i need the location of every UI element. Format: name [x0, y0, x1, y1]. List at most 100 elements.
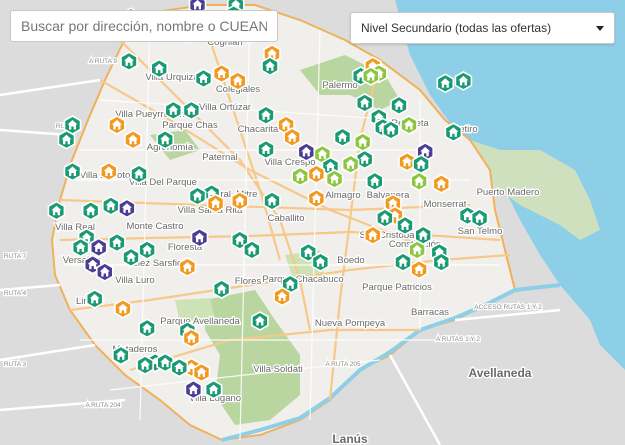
school-marker-privada[interactable]: [363, 225, 382, 246]
neighborhood-label: Parque Patricios: [362, 282, 432, 293]
school-marker-estatal[interactable]: [71, 237, 90, 258]
neighborhood-label: Villa Soldati: [253, 364, 302, 375]
school-marker-privada[interactable]: [124, 129, 142, 150]
neighborhood-label: Villa Luro: [115, 275, 154, 286]
school-marker-estatal[interactable]: [164, 100, 183, 121]
school-marker-estatal[interactable]: [257, 139, 275, 160]
school-marker-privada[interactable]: [273, 286, 291, 307]
school-marker-privada[interactable]: [114, 298, 132, 319]
road-label: RUTA 3: [4, 361, 27, 368]
school-marker-estatal[interactable]: [194, 68, 213, 89]
school-marker-estatal[interactable]: [365, 171, 384, 192]
school-marker-estatal[interactable]: [257, 105, 275, 126]
map-basemap: CoghlanVilla UrquizaColegialesPalermoVil…: [0, 0, 625, 445]
neighborhood-label: Chacarita: [238, 124, 279, 135]
neighborhood-label: Caballito: [268, 213, 305, 224]
neighborhood-label: Parque Chas: [162, 120, 218, 131]
school-marker-estatal[interactable]: [390, 95, 408, 116]
school-marker-privada[interactable]: [307, 164, 326, 184]
school-marker-estatal[interactable]: [432, 252, 451, 273]
neighborhood-label: Flores: [235, 276, 262, 287]
school-marker-privada[interactable]: [432, 173, 451, 194]
school-marker-estatal[interactable]: [394, 252, 412, 273]
school-marker-estatal[interactable]: [376, 208, 394, 229]
school-marker-privada[interactable]: [108, 115, 126, 135]
school-marker-estatal[interactable]: [57, 129, 76, 150]
school-marker-estatal[interactable]: [138, 318, 156, 339]
school-marker-privada[interactable]: [229, 70, 247, 91]
school-marker-estatal[interactable]: [444, 122, 463, 143]
level-filter-select[interactable]: Nivel Secundario (todas las ofertas): [350, 12, 615, 44]
school-marker-tecnica[interactable]: [361, 66, 380, 86]
school-marker-tecnica[interactable]: [400, 115, 418, 135]
school-marker-estatal[interactable]: [204, 379, 223, 400]
school-marker-tecnica[interactable]: [291, 166, 310, 187]
school-marker-privada[interactable]: [192, 362, 211, 383]
school-marker-estatal[interactable]: [261, 56, 279, 77]
school-marker-tecnica[interactable]: [410, 171, 428, 192]
school-marker-estatal[interactable]: [170, 357, 189, 378]
map-canvas[interactable]: CoghlanVilla UrquizaColegialesPalermoVil…: [0, 0, 625, 445]
school-marker-privada[interactable]: [283, 127, 302, 148]
school-marker-otra[interactable]: [96, 262, 114, 282]
school-marker-estatal[interactable]: [412, 154, 430, 175]
school-marker-estatal[interactable]: [150, 58, 168, 79]
school-marker-tecnica[interactable]: [408, 239, 426, 260]
school-marker-estatal[interactable]: [311, 252, 330, 273]
school-marker-privada[interactable]: [100, 161, 118, 182]
road-label: A RUTAS 1 Y 2: [436, 336, 480, 343]
school-marker-otra[interactable]: [118, 198, 136, 219]
road-label: ACCESO RUTAS 1 Y 2: [474, 304, 542, 311]
school-marker-privada[interactable]: [231, 190, 249, 211]
school-marker-estatal[interactable]: [251, 311, 269, 331]
school-marker-estatal[interactable]: [102, 195, 120, 216]
school-marker-estatal[interactable]: [454, 70, 473, 91]
school-marker-estatal[interactable]: [130, 164, 148, 184]
school-marker-estatal[interactable]: [138, 239, 156, 260]
neighborhood-label: Monserrat: [424, 199, 467, 210]
school-marker-privada[interactable]: [182, 328, 201, 349]
school-marker-estatal[interactable]: [333, 127, 352, 148]
school-marker-estatal[interactable]: [122, 247, 140, 268]
school-marker-estatal[interactable]: [156, 129, 174, 150]
level-filter-label: Nivel Secundario (todas las ofertas): [361, 21, 552, 35]
school-marker-privada[interactable]: [212, 63, 231, 84]
school-marker-estatal[interactable]: [436, 73, 455, 94]
school-marker-estatal[interactable]: [355, 92, 374, 113]
search-input[interactable]: [10, 10, 278, 42]
school-marker-otra[interactable]: [297, 141, 316, 162]
school-marker-estatal[interactable]: [470, 208, 489, 229]
school-marker-otra[interactable]: [190, 227, 209, 248]
school-marker-estatal[interactable]: [112, 345, 130, 366]
school-marker-estatal[interactable]: [396, 215, 414, 236]
school-marker-estatal[interactable]: [243, 239, 261, 260]
school-marker-tecnica[interactable]: [353, 132, 372, 153]
road-label: RUTA 4: [4, 290, 27, 297]
neighborhood-label: Boedo: [337, 255, 364, 266]
road-label: A RUTA 204: [85, 402, 121, 409]
school-marker-tecnica[interactable]: [341, 154, 360, 175]
school-marker-estatal[interactable]: [85, 288, 104, 309]
school-marker-estatal[interactable]: [47, 200, 66, 221]
school-marker-estatal[interactable]: [108, 232, 126, 253]
school-marker-estatal[interactable]: [182, 100, 201, 121]
school-marker-privada[interactable]: [206, 193, 225, 214]
school-marker-tecnica[interactable]: [325, 168, 344, 189]
neighborhood-label: Parque Avellaneda: [160, 316, 240, 327]
school-marker-privada[interactable]: [410, 259, 428, 280]
school-marker-estatal[interactable]: [382, 119, 400, 140]
chevron-down-icon: [596, 26, 604, 31]
school-marker-estatal[interactable]: [136, 355, 154, 376]
school-marker-estatal[interactable]: [212, 279, 231, 300]
neighborhood-label: Almagro: [325, 190, 360, 201]
school-marker-privada[interactable]: [178, 257, 197, 278]
school-marker-otra[interactable]: [184, 379, 203, 400]
school-marker-estatal[interactable]: [120, 51, 138, 72]
school-marker-estatal[interactable]: [81, 200, 100, 221]
school-marker-privada[interactable]: [307, 188, 326, 209]
school-marker-otra[interactable]: [89, 237, 108, 258]
school-marker-estatal[interactable]: [63, 161, 82, 182]
school-marker-estatal[interactable]: [263, 190, 281, 211]
road-label: RUTA 7: [4, 253, 27, 260]
school-marker-estatal[interactable]: [188, 186, 207, 206]
